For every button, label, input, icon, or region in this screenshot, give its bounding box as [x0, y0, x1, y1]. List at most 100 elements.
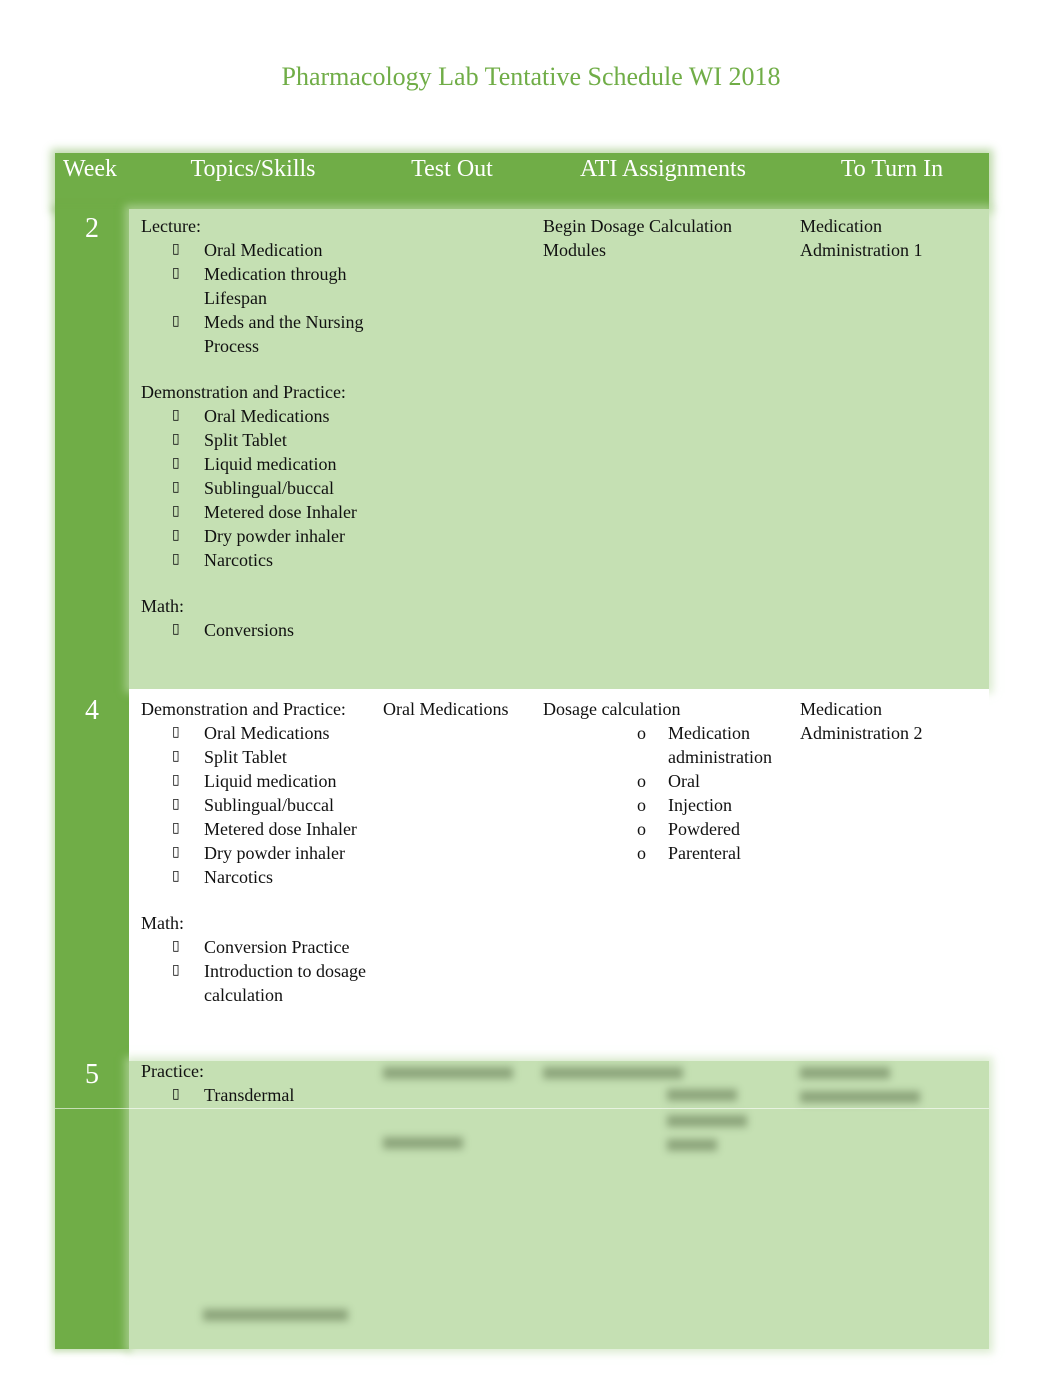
sub-list-item: o Injection: [543, 793, 793, 817]
list-item: ▯ Split Tablet: [141, 745, 371, 769]
header-topics: Topics/Skills: [190, 156, 316, 182]
list-item-text: Narcotics: [204, 550, 273, 570]
bullet-icon: ▯: [172, 869, 180, 884]
turn-in-cell: Medication Administration 1: [800, 216, 923, 260]
bullet-icon: ▯: [172, 821, 180, 836]
list-item-text: Metered dose Inhaler: [204, 502, 357, 522]
list-item: ▯ Oral Medications: [141, 721, 371, 745]
ati-cell: Begin Dosage Calculation Modules: [543, 216, 732, 260]
circle-bullet-icon: o: [637, 843, 646, 863]
section-label: Math:: [141, 913, 184, 933]
list-item-text: Introduction to dosage calculation: [204, 961, 366, 1005]
ati-cell: Dosage calculation o Medication administr…: [543, 697, 793, 865]
list-item-text: Split Tablet: [204, 747, 287, 767]
test-out-cell: Oral Medications: [383, 699, 509, 719]
list-item: ▯ Narcotics: [141, 548, 371, 572]
list-item-text: Liquid medication: [204, 454, 337, 474]
list-item-text: Meds and the Nursing Process: [204, 312, 364, 356]
list-item-text: Split Tablet: [204, 430, 287, 450]
bullet-icon: ▯: [172, 1087, 180, 1102]
bullet-icon: ▯: [172, 773, 180, 788]
ati-text: Dosage calculation: [543, 699, 681, 719]
list-item: ▯ Oral Medications: [141, 404, 371, 428]
week-number: 5: [85, 1059, 99, 1090]
circle-bullet-icon: o: [637, 819, 646, 839]
list-item: ▯ Oral Medication: [141, 238, 371, 262]
topics-cell: Lecture: ▯ Oral Medication ▯ Medication thro…: [141, 214, 371, 642]
bullet-icon: ▯: [172, 963, 180, 978]
header-week: Week: [62, 156, 118, 182]
sub-list-item-text: Powdered: [668, 819, 740, 839]
sub-list-item: o Powdered: [543, 817, 793, 841]
bullet-icon: ▯: [172, 314, 180, 329]
list-item-text: Dry powder inhaler: [204, 843, 345, 863]
section-label: Practice:: [141, 1061, 204, 1081]
bullet-icon: ▯: [172, 242, 180, 257]
list-item-text: Transdermal: [204, 1085, 295, 1105]
bullet-icon: ▯: [172, 266, 180, 281]
header-ati: ATI Assignments: [579, 156, 746, 182]
topics-cell: Practice: ▯ Transdermal: [141, 1059, 371, 1107]
sub-list-item-text: Parenteral: [668, 843, 741, 863]
circle-bullet-icon: o: [637, 723, 646, 743]
list-item: ▯ Meds and the Nursing Process: [141, 310, 371, 358]
list-item-text: Oral Medications: [204, 723, 330, 743]
circle-bullet-icon: o: [637, 795, 646, 815]
list-item: ▯ Split Tablet: [141, 428, 371, 452]
table-header-row: Week Topics/Skills Test Out ATI Assignme…: [55, 153, 989, 209]
list-item: ▯ Metered dose Inhaler: [141, 500, 371, 524]
bullet-icon: ▯: [172, 797, 180, 812]
list-item-text: Conversion Practice: [204, 937, 350, 957]
sub-list-item-text: Injection: [668, 795, 732, 815]
list-item-text: Metered dose Inhaler: [204, 819, 357, 839]
list-item-text: Oral Medication: [204, 240, 323, 260]
list-item: ▯ Narcotics: [141, 865, 371, 889]
week-number: 4: [85, 695, 99, 726]
divider: [55, 1108, 989, 1109]
bullet-icon: ▯: [172, 939, 180, 954]
bullet-icon: ▯: [172, 504, 180, 519]
section-label: Demonstration and Practice:: [141, 382, 346, 402]
list-item-text: Sublingual/buccal: [204, 478, 334, 498]
week-column: [55, 209, 129, 1349]
list-item: ▯ Transdermal: [141, 1083, 371, 1107]
sub-list-item: o Oral: [543, 769, 793, 793]
list-item: ▯ Dry powder inhaler: [141, 841, 371, 865]
bullet-icon: ▯: [172, 528, 180, 543]
list-item: ▯ Dry powder inhaler: [141, 524, 371, 548]
bullet-icon: ▯: [172, 456, 180, 471]
list-item: ▯ Liquid medication: [141, 452, 371, 476]
list-item-text: Sublingual/buccal: [204, 795, 334, 815]
topics-cell: Demonstration and Practice: ▯ Oral Medicat…: [141, 697, 371, 1007]
list-item: ▯ Metered dose Inhaler: [141, 817, 371, 841]
sub-list-item: o Medication administration: [543, 721, 793, 769]
document-title: Pharmacology Lab Tentative Schedule WI 2…: [281, 62, 781, 91]
bullet-icon: ▯: [172, 622, 180, 637]
list-item-text: Medication through Lifespan: [204, 264, 347, 308]
bullet-icon: ▯: [172, 552, 180, 567]
sub-list-item-text: Oral: [668, 771, 700, 791]
bullet-icon: ▯: [172, 725, 180, 740]
week-number: 2: [85, 213, 99, 244]
list-item-text: Conversions: [204, 620, 294, 640]
sub-list-item: o Parenteral: [543, 841, 793, 865]
section-label: Lecture:: [141, 216, 201, 236]
bullet-icon: ▯: [172, 432, 180, 447]
ati-sub-list: o Medication administration o Oral o Injectio…: [543, 721, 793, 865]
list-item-text: Dry powder inhaler: [204, 526, 345, 546]
list-item-text: Narcotics: [204, 867, 273, 887]
list-item: ▯ Sublingual/buccal: [141, 793, 371, 817]
list-item: ▯ Conversions: [141, 618, 371, 642]
list-item: ▯ Liquid medication: [141, 769, 371, 793]
turn-in-cell: Medication Administration 2: [800, 699, 923, 743]
bullet-icon: ▯: [172, 480, 180, 495]
bullet-icon: ▯: [172, 408, 180, 423]
list-item: ▯ Medication through Lifespan: [141, 262, 371, 310]
list-item-text: Liquid medication: [204, 771, 337, 791]
list-item-text: Oral Medications: [204, 406, 330, 426]
list-item: ▯ Sublingual/buccal: [141, 476, 371, 500]
bullet-icon: ▯: [172, 749, 180, 764]
bullet-icon: ▯: [172, 845, 180, 860]
